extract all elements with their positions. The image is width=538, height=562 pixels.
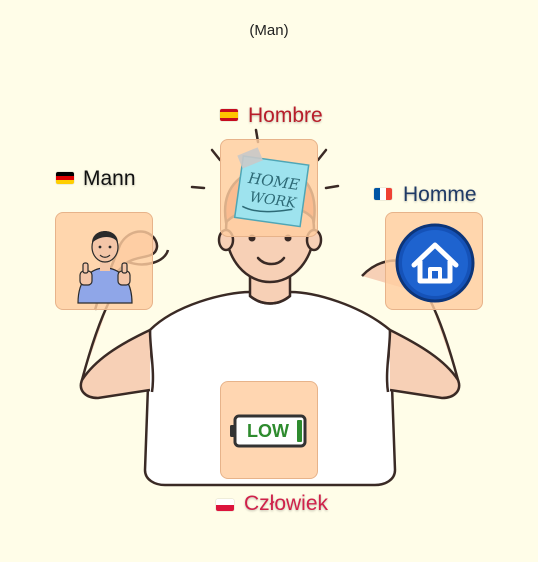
word-french: Homme <box>403 183 477 206</box>
card-low-battery: LOW <box>220 381 318 479</box>
card-house <box>385 212 483 310</box>
word-spanish: Hombre <box>248 104 323 127</box>
card-sticky-note: HOME WORK <box>220 139 318 237</box>
word-polish: Człowiek <box>244 492 329 515</box>
germany-flag-icon <box>56 172 74 184</box>
spain-flag-icon <box>220 109 238 121</box>
house-icon <box>395 223 475 303</box>
thumbs-up-person-icon <box>77 231 133 304</box>
sticky-note-icon: HOME WORK <box>233 147 310 228</box>
card-thumbs-up-person <box>55 212 153 310</box>
poland-flag-icon <box>216 499 234 511</box>
battery-label: LOW <box>247 421 289 441</box>
france-flag-icon <box>374 188 392 200</box>
word-german: Mann <box>83 167 136 190</box>
